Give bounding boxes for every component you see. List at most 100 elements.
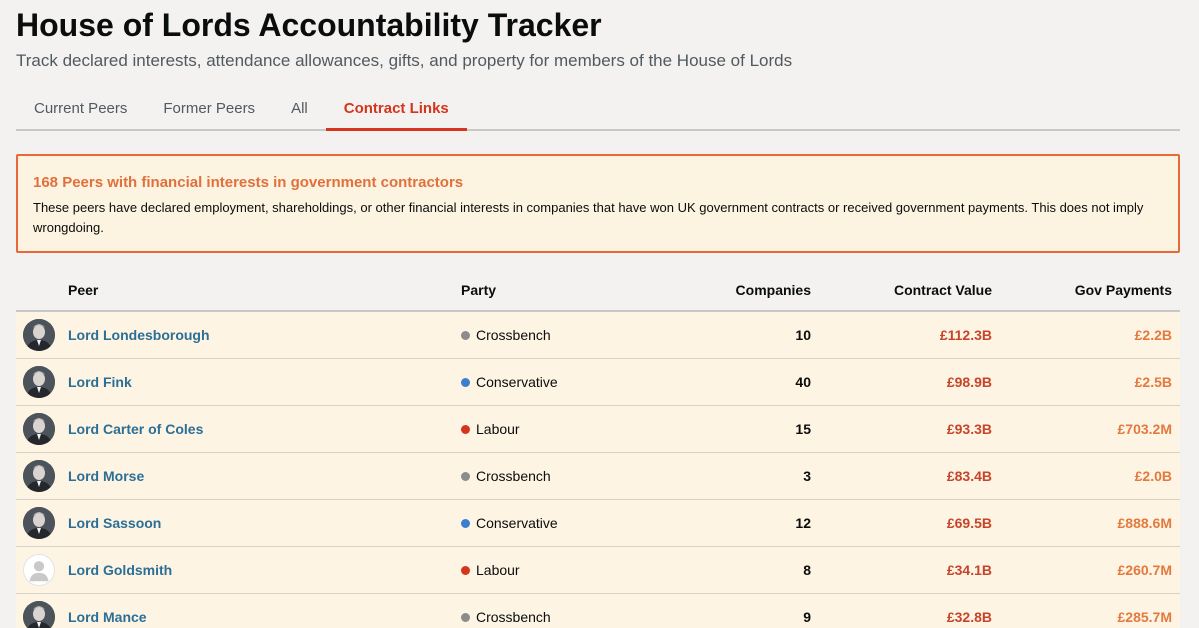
contract-value: £98.9B: [946, 374, 992, 390]
party-dot-icon: [461, 612, 470, 622]
avatar-cell: [16, 366, 68, 398]
tab-bar: Current Peers Former Peers All Contract …: [16, 88, 1180, 131]
tab-former-peers[interactable]: Former Peers: [145, 88, 273, 131]
party-dot-icon: [461, 518, 470, 528]
companies-count: 8: [803, 562, 811, 578]
table-row[interactable]: Lord Goldsmith Labour 8 £34.1B £260.7M: [16, 547, 1180, 594]
party-cell: Labour: [461, 562, 661, 578]
peer-name-link[interactable]: Lord Sassoon: [68, 515, 161, 531]
header-party[interactable]: Party: [461, 282, 661, 298]
notice-text: These peers have declared employment, sh…: [33, 200, 1144, 235]
person-silhouette-icon[interactable]: [23, 554, 55, 586]
gov-payments: £285.7M: [1117, 609, 1172, 625]
table-row[interactable]: Lord Carter of Coles Labour 15 £93.3B £703.2…: [16, 406, 1180, 453]
peer-cell: Lord Goldsmith: [68, 562, 461, 578]
party-name: Conservative: [476, 374, 558, 390]
party-name: Crossbench: [476, 327, 551, 343]
table-row[interactable]: Lord Mance Crossbench 9 £32.8B £285.7M: [16, 594, 1180, 628]
peer-name-link[interactable]: Lord Goldsmith: [68, 562, 172, 578]
companies-count: 15: [795, 421, 811, 437]
header-contract-value[interactable]: Contract Value: [811, 282, 992, 298]
notice-title: 168 Peers with financial interests in go…: [33, 174, 464, 191]
peer-cell: Lord Mance: [68, 609, 461, 625]
companies-count: 9: [803, 609, 811, 625]
gov-payments: £2.5B: [1134, 374, 1172, 390]
peer-name-link[interactable]: Lord Londesborough: [68, 327, 210, 343]
contract-notice: 168 Peers with financial interests in go…: [16, 154, 1180, 253]
table-row[interactable]: Lord Sassoon Conservative 12 £69.5B £888.6M: [16, 500, 1180, 547]
party-label: Crossbench: [461, 468, 661, 484]
party-label: Crossbench: [461, 327, 661, 343]
tab-contract-links[interactable]: Contract Links: [325, 88, 467, 131]
table-row[interactable]: Lord Londesborough Crossbench 10 £112.3B £2.…: [16, 312, 1180, 359]
table-body: Lord Londesborough Crossbench 10 £112.3B £2.…: [16, 312, 1180, 628]
person-portrait-icon[interactable]: [23, 460, 55, 492]
avatar-cell: [16, 507, 68, 539]
contract-value: £32.8B: [946, 609, 992, 625]
avatar-cell: [16, 554, 68, 586]
gov-payments: £2.0B: [1134, 468, 1172, 484]
gov-payments: £888.6M: [1117, 515, 1172, 531]
table-row[interactable]: Lord Fink Conservative 40 £98.9B £2.5B: [16, 359, 1180, 406]
contract-value: £93.3B: [946, 421, 992, 437]
avatar-cell: [16, 413, 68, 445]
party-dot-icon: [461, 330, 470, 340]
table-row[interactable]: Lord Morse Crossbench 3 £83.4B £2.0B: [16, 453, 1180, 500]
contract-value: £112.3B: [939, 327, 992, 343]
contract-value: £34.1B: [946, 562, 992, 578]
table-header: Peer Party Companies Contract Value Gov …: [16, 270, 1180, 312]
peer-name-link[interactable]: Lord Morse: [68, 468, 144, 484]
page-subtitle: Track declared interests, attendance all…: [16, 51, 793, 70]
header-gov-payments[interactable]: Gov Payments: [992, 282, 1172, 298]
peer-name-link[interactable]: Lord Fink: [68, 374, 132, 390]
peer-cell: Lord Morse: [68, 468, 461, 484]
party-label: Conservative: [461, 374, 661, 390]
party-name: Crossbench: [476, 468, 551, 484]
contract-value: £69.5B: [946, 515, 992, 531]
party-dot-icon: [461, 565, 470, 575]
party-name: Labour: [476, 421, 520, 437]
person-portrait-icon[interactable]: [23, 601, 55, 628]
person-portrait-icon[interactable]: [23, 319, 55, 351]
party-label: Labour: [461, 421, 661, 437]
person-portrait-icon[interactable]: [23, 366, 55, 398]
peer-cell: Lord Fink: [68, 374, 461, 390]
gov-payments: £703.2M: [1117, 421, 1172, 437]
tab-all[interactable]: All: [273, 88, 326, 131]
person-portrait-icon[interactable]: [23, 507, 55, 539]
party-name: Labour: [476, 562, 520, 578]
companies-count: 10: [795, 327, 811, 343]
peer-cell: Lord Carter of Coles: [68, 421, 461, 437]
companies-count: 40: [795, 374, 811, 390]
party-label: Conservative: [461, 515, 661, 531]
party-dot-icon: [461, 424, 470, 434]
avatar-cell: [16, 460, 68, 492]
party-cell: Crossbench: [461, 468, 661, 484]
party-name: Conservative: [476, 515, 558, 531]
party-dot-icon: [461, 471, 470, 481]
party-cell: Labour: [461, 421, 661, 437]
gov-payments: £2.2B: [1134, 327, 1172, 343]
party-cell: Crossbench: [461, 327, 661, 343]
party-label: Labour: [461, 562, 661, 578]
party-label: Crossbench: [461, 609, 661, 625]
party-name: Crossbench: [476, 609, 551, 625]
peer-cell: Lord Sassoon: [68, 515, 461, 531]
peer-name-link[interactable]: Lord Mance: [68, 609, 147, 625]
person-portrait-icon[interactable]: [23, 413, 55, 445]
avatar-cell: [16, 319, 68, 351]
party-cell: Conservative: [461, 374, 661, 390]
contract-value: £83.4B: [946, 468, 992, 484]
tab-current-peers[interactable]: Current Peers: [16, 88, 145, 131]
header-peer[interactable]: Peer: [68, 282, 461, 298]
header-companies[interactable]: Companies: [661, 282, 811, 298]
party-cell: Conservative: [461, 515, 661, 531]
companies-count: 3: [803, 468, 811, 484]
companies-count: 12: [795, 515, 811, 531]
party-cell: Crossbench: [461, 609, 661, 625]
avatar-cell: [16, 601, 68, 628]
gov-payments: £260.7M: [1117, 562, 1172, 578]
peer-name-link[interactable]: Lord Carter of Coles: [68, 421, 203, 437]
page-title: House of Lords Accountability Tracker: [16, 7, 602, 43]
party-dot-icon: [461, 377, 470, 387]
